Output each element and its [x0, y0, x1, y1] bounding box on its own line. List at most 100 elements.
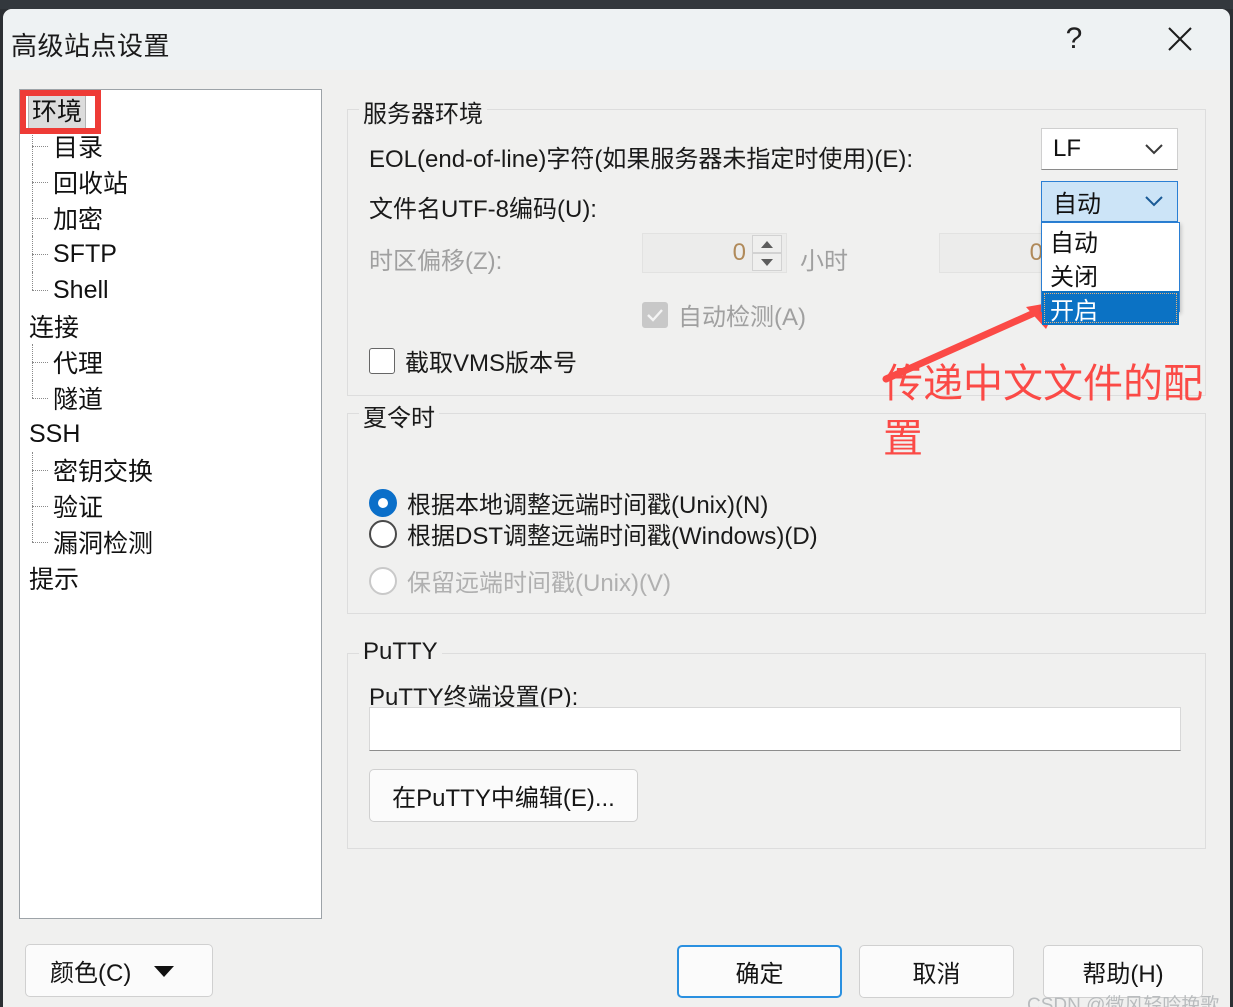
- settings-category-tree[interactable]: 环境目录回收站加密 SFTP Shell 连接代理隧道 SSH 密钥交换验证漏洞检测提示: [19, 89, 322, 919]
- vms-version-label: 截取VMS版本号: [405, 350, 578, 377]
- putty-terminal-input[interactable]: [369, 707, 1181, 751]
- color-button-label: 颜色(C): [50, 960, 132, 987]
- help-button-label: 帮助(H): [1082, 961, 1164, 988]
- page-title: 高级站点设置: [11, 31, 171, 61]
- utf8-label-text: 文件名UTF-8编码(U):: [369, 196, 597, 223]
- radio-circle-icon: [369, 488, 397, 517]
- tree-item-10[interactable]: 密钥交换: [20, 452, 321, 488]
- tree-item-label: 环境: [27, 91, 87, 129]
- timezone-hours-unit-text: 小时: [800, 248, 848, 275]
- dst-radio-0[interactable]: 根据本地调整远端时间戳(Unix)(N): [369, 485, 768, 520]
- tree-item-label: 加密: [53, 206, 104, 234]
- tree-item-13[interactable]: 提示: [20, 560, 321, 596]
- eol-label: EOL(end-of-line)字符(如果服务器未指定时使用)(E):: [369, 139, 913, 174]
- timezone-offset-label-text: 时区偏移(Z):: [369, 248, 503, 275]
- tree-item-6[interactable]: 连接: [20, 308, 321, 344]
- edit-in-putty-label: 在PuTTY中编辑(E)...: [392, 785, 615, 812]
- eol-combo-value: LF: [1053, 135, 1082, 162]
- tree-item-label: SFTP: [53, 239, 117, 268]
- tree-connector-line: [32, 380, 53, 416]
- timezone-hours-stepper[interactable]: 0: [642, 233, 787, 273]
- tree-item-9[interactable]: SSH: [20, 416, 321, 452]
- utf8-dropdown-list[interactable]: 自动 关闭 开启: [1041, 222, 1180, 325]
- advanced-site-settings-dialog: 高级站点设置 ? 环境目录回收站加密 SFTP Shell 连接代理隧道 SSH 密钥交换…: [3, 9, 1230, 1007]
- tree-item-label: 验证: [53, 494, 104, 522]
- title-bar: 高级站点设置 ?: [3, 9, 1230, 70]
- screenshot-root: 高级站点设置 ? 环境目录回收站加密 SFTP Shell 连接代理隧道 SSH 密钥交换…: [0, 0, 1233, 1007]
- help-question-mark: ?: [1065, 22, 1083, 55]
- eol-combo[interactable]: LF: [1041, 128, 1178, 170]
- timezone-hours-unit-label: 小时: [800, 241, 848, 276]
- close-x-glyph: [1168, 27, 1192, 51]
- tree-item-label: 连接: [29, 314, 80, 342]
- dst-radio-label: 根据本地调整远端时间戳(Unix)(N): [407, 492, 769, 519]
- csdn-watermark: CSDN @微风轻吟挽歌: [1027, 995, 1220, 1007]
- chevron-down-icon: [1145, 143, 1177, 155]
- tree-item-label: 提示: [29, 566, 80, 594]
- putty-legend: PuTTY: [359, 638, 442, 666]
- tree-item-label: Shell: [53, 275, 109, 304]
- tree-item-4[interactable]: SFTP: [20, 236, 321, 272]
- utf8-dropdown-option-2[interactable]: 开启: [1042, 291, 1179, 325]
- edit-in-putty-button[interactable]: 在PuTTY中编辑(E)...: [369, 769, 638, 822]
- timezone-offset-label: 时区偏移(Z):: [369, 241, 502, 276]
- tree-item-11[interactable]: 验证: [20, 488, 321, 524]
- dst-radio-1[interactable]: 根据DST调整远端时间戳(Windows)(D): [369, 516, 818, 551]
- dst-radio-label: 保留远端时间戳(Unix)(V): [407, 570, 671, 597]
- tree-connector-line: [32, 344, 53, 380]
- tree-item-label: 代理: [53, 350, 104, 378]
- checkbox-box: [642, 301, 668, 328]
- tree-connector-line: [32, 164, 53, 200]
- stepper-up-icon[interactable]: [752, 235, 782, 253]
- tree-connector-line: [32, 128, 53, 164]
- utf8-combo[interactable]: 自动: [1041, 181, 1178, 222]
- tree-item-0[interactable]: 环境: [20, 91, 321, 129]
- utf8-dropdown-option-0[interactable]: 自动: [1042, 223, 1179, 257]
- autodetect-label: 自动检测(A): [678, 304, 806, 331]
- chevron-down-icon: [1145, 196, 1177, 207]
- help-icon[interactable]: ?: [1051, 16, 1097, 62]
- radio-circle-icon: [369, 519, 397, 548]
- tree-item-label: 密钥交换: [53, 458, 154, 486]
- close-icon[interactable]: [1157, 16, 1203, 62]
- timezone-hours-value: 0: [732, 239, 746, 266]
- dst-radio-label: 根据DST调整远端时间戳(Windows)(D): [407, 523, 818, 550]
- tree-connector-line: [32, 236, 53, 272]
- checkmark-icon: [647, 308, 663, 322]
- ok-button[interactable]: 确定: [677, 945, 842, 998]
- eol-label-text: EOL(end-of-line)字符(如果服务器未指定时使用)(E):: [369, 146, 914, 173]
- tree-items-container: 环境目录回收站加密 SFTP Shell 连接代理隧道 SSH 密钥交换验证漏洞检测提示: [20, 90, 321, 596]
- utf8-label: 文件名UTF-8编码(U):: [369, 189, 597, 224]
- tree-item-5[interactable]: Shell: [20, 272, 321, 308]
- tree-connector-line: [32, 452, 53, 488]
- stepper-down-icon[interactable]: [752, 253, 782, 271]
- autodetect-checkbox[interactable]: 自动检测(A): [642, 297, 806, 332]
- tree-item-label: 回收站: [53, 170, 129, 198]
- tree-item-2[interactable]: 回收站: [20, 164, 321, 200]
- utf8-dropdown-option-1[interactable]: 关闭: [1042, 257, 1179, 291]
- tree-item-12[interactable]: 漏洞检测: [20, 524, 321, 560]
- tree-item-1[interactable]: 目录: [20, 128, 321, 164]
- tree-item-7[interactable]: 代理: [20, 344, 321, 380]
- server-environment-legend: 服务器环境: [359, 94, 487, 129]
- tree-connector-line: [32, 524, 53, 560]
- tree-item-label: SSH: [29, 419, 81, 448]
- tree-connector-line: [32, 272, 53, 308]
- utf8-combo-value: 自动: [1053, 191, 1101, 218]
- tree-item-label: 漏洞检测: [53, 530, 154, 558]
- tree-item-8[interactable]: 隧道: [20, 380, 321, 416]
- tree-item-label: 隧道: [53, 386, 104, 414]
- daylight-saving-legend: 夏令时: [359, 398, 439, 433]
- cancel-button[interactable]: 取消: [859, 945, 1014, 998]
- timezone-hours-stepper-buttons[interactable]: [752, 235, 782, 271]
- tree-item-label: 目录: [53, 134, 104, 162]
- cancel-button-label: 取消: [912, 961, 961, 988]
- checkbox-box: [369, 347, 395, 374]
- putty-terminal-input-field[interactable]: [370, 708, 1180, 750]
- dst-radio-2[interactable]: 保留远端时间戳(Unix)(V): [369, 563, 671, 598]
- color-button[interactable]: 颜色(C): [25, 944, 213, 997]
- tree-connector-line: [32, 488, 53, 524]
- tree-connector-line: [32, 200, 53, 236]
- vms-version-checkbox[interactable]: 截取VMS版本号: [369, 343, 577, 378]
- tree-item-3[interactable]: 加密: [20, 200, 321, 236]
